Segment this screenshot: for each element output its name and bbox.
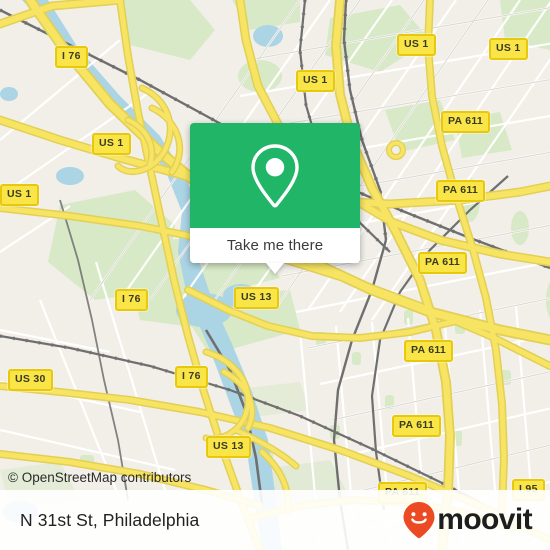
map-vector-layer (0, 0, 550, 550)
moovit-wordmark: moovit (437, 503, 532, 536)
road-shield: US 1 (489, 38, 528, 60)
road-shield: I 76 (115, 289, 148, 311)
callout-icon-area (190, 123, 360, 228)
map-canvas[interactable]: I 76 US 1 US 1 US 1 PA 611 US 1 US 1 PA 611 PA 6… (0, 0, 550, 550)
location-callout-card[interactable]: Take me there (190, 123, 360, 274)
road-shield: PA 611 (441, 111, 491, 133)
road-shield: US 1 (92, 133, 131, 155)
moovit-pin-smile-icon (403, 502, 435, 539)
road-shield: PA 611 (392, 415, 442, 437)
road-shield: US 13 (206, 436, 251, 458)
road-shield: I 76 (175, 366, 208, 388)
road-shield: PA 611 (418, 252, 468, 274)
road-shield: US 1 (0, 184, 39, 206)
road-shield: I 76 (55, 46, 88, 68)
place-title: N 31st St, Philadelphia (20, 509, 200, 530)
road-shield: US 30 (8, 369, 53, 391)
moovit-brand-logo[interactable]: moovit (402, 501, 533, 539)
callout-tail-pointer (266, 263, 284, 274)
road-shield: US 1 (397, 34, 436, 56)
bottom-info-bar: N 31st St, Philadelphia moovit (0, 490, 550, 550)
road-shield: PA 611 (436, 180, 486, 202)
map-pin-icon (251, 143, 299, 208)
road-shield: US 13 (234, 287, 279, 309)
callout-action-area[interactable]: Take me there (190, 228, 360, 274)
road-shield: PA 611 (404, 340, 454, 362)
road-shield: US 1 (296, 70, 335, 92)
map-attribution[interactable]: © OpenStreetMap contributors (8, 470, 191, 485)
take-me-there-label: Take me there (226, 237, 324, 254)
